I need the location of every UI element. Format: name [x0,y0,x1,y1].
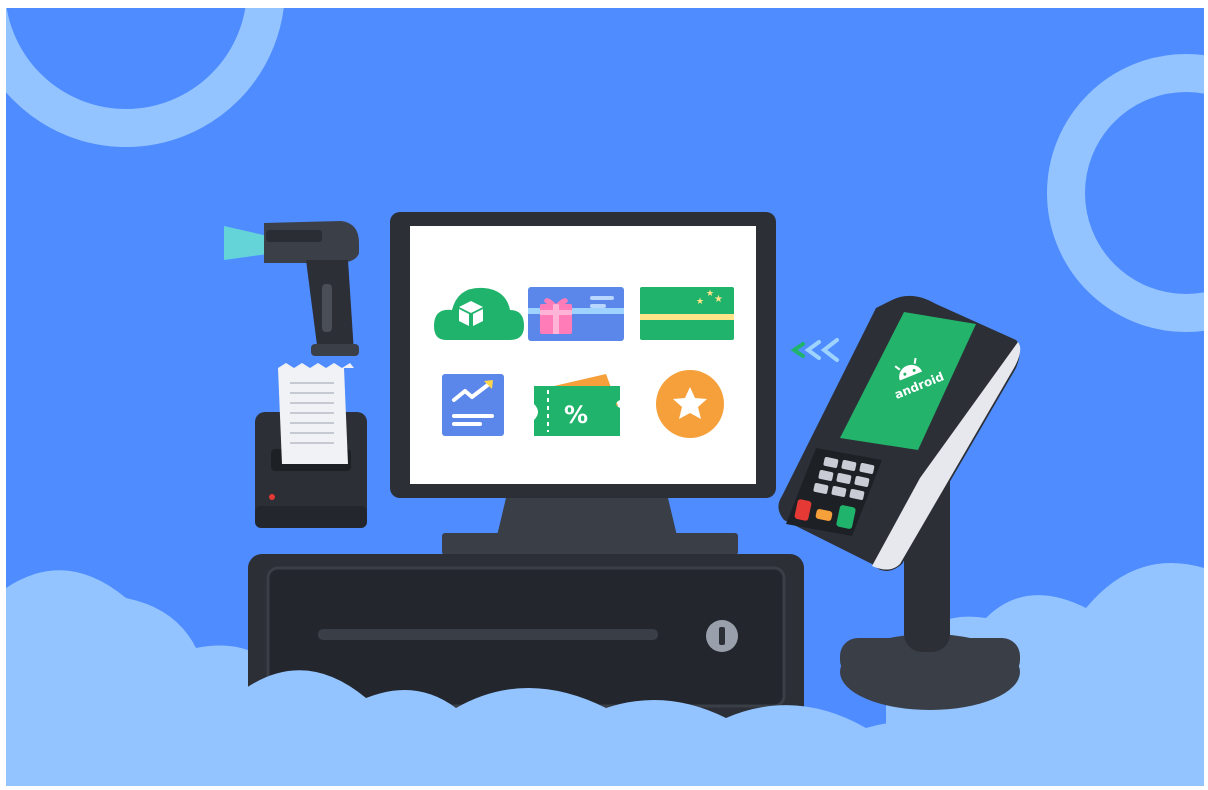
ring-right [1047,54,1204,332]
svg-text:★: ★ [714,294,723,305]
pos-illustration-svg: ★ ★ ★ % android [6,8,1204,786]
receipt-printer-icon [255,363,367,528]
svg-text:★: ★ [706,289,714,299]
green-card-stars-icon: ★ ★ ★ [640,287,734,340]
barcode-scanner-icon [224,221,359,356]
chart-report-icon [442,374,504,436]
pos-illustration: ★ ★ ★ % android [6,8,1204,786]
monitor-screen [410,226,756,484]
ring-top-left [6,8,284,147]
star-badge-icon [656,370,724,438]
payment-terminal: android [778,295,1021,710]
svg-text:%: % [564,401,588,429]
contactless-arrows-icon [790,338,839,362]
gift-card-icon [528,287,624,341]
svg-text:★: ★ [696,297,704,307]
